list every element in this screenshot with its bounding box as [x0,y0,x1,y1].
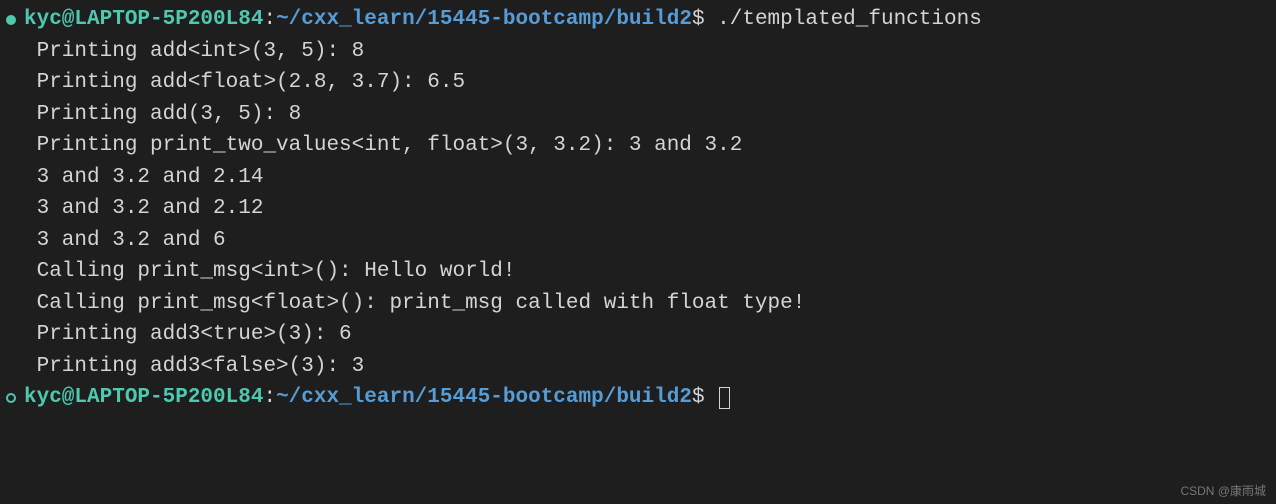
watermark-text: CSDN @康雨城 [1180,482,1266,500]
output-line: Printing add<int>(3, 5): 8 [6,36,1270,68]
output-line: Calling print_msg<float>(): print_msg ca… [6,288,1270,320]
prompt-symbol: $ [692,4,705,36]
output-line: Printing print_two_values<int, float>(3,… [6,130,1270,162]
user-host: kyc@LAPTOP-5P200L84 [24,4,263,36]
output-line: 3 and 3.2 and 6 [6,225,1270,257]
cursor-icon [719,387,730,409]
prompt-line-1: kyc@LAPTOP-5P200L84 : ~/cxx_learn/15445-… [6,4,1270,36]
separator-colon: : [263,382,276,414]
output-line: Printing add3<true>(3): 6 [6,319,1270,351]
status-bullet-icon [6,15,16,25]
output-line: 3 and 3.2 and 2.12 [6,193,1270,225]
working-directory: ~/cxx_learn/15445-bootcamp/build2 [276,4,692,36]
separator-colon: : [263,4,276,36]
command-text: ./templated_functions [705,4,982,36]
output-line: 3 and 3.2 and 2.14 [6,162,1270,194]
output-line: Calling print_msg<int>(): Hello world! [6,256,1270,288]
working-directory: ~/cxx_learn/15445-bootcamp/build2 [276,382,692,414]
output-line: Printing add(3, 5): 8 [6,99,1270,131]
command-input[interactable] [705,382,718,414]
user-host: kyc@LAPTOP-5P200L84 [24,382,263,414]
terminal-output[interactable]: kyc@LAPTOP-5P200L84 : ~/cxx_learn/15445-… [0,0,1276,418]
prompt-symbol: $ [692,382,705,414]
status-bullet-hollow-icon [6,393,16,403]
output-line: Printing add<float>(2.8, 3.7): 6.5 [6,67,1270,99]
prompt-line-2[interactable]: kyc@LAPTOP-5P200L84 : ~/cxx_learn/15445-… [6,382,1270,414]
output-line: Printing add3<false>(3): 3 [6,351,1270,383]
